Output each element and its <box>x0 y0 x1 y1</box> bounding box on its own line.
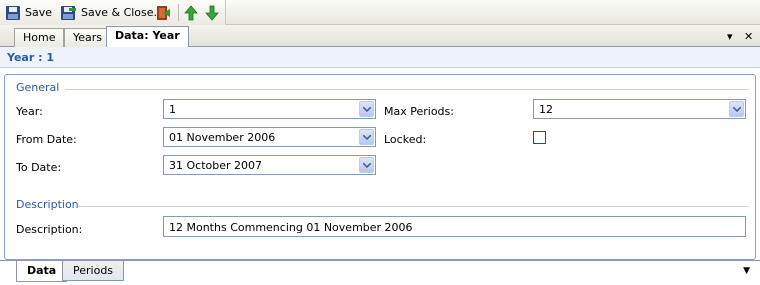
arrow-up-icon <box>184 4 198 20</box>
toolbar-separator <box>178 4 179 21</box>
to-date-combo[interactable]: 31 October 2007 <box>163 155 376 175</box>
year-label: Year: <box>16 105 43 118</box>
close-icon[interactable]: ✕ <box>744 30 753 43</box>
document-tabstrip: Home Years Data: Year ▾ ✕ <box>0 25 760 48</box>
from-date-combo[interactable]: 01 November 2006 <box>163 127 376 147</box>
record-header: Year : 1 <box>0 47 760 68</box>
from-date-value: 01 November 2006 <box>169 131 276 144</box>
group-divider <box>78 206 749 207</box>
save-button[interactable]: Save <box>5 3 52 22</box>
tab-years[interactable]: Years <box>64 28 112 47</box>
description-value: 12 Months Commencing 01 November 2006 <box>169 221 413 234</box>
save-close-button[interactable]: Save & Close... <box>60 3 164 22</box>
locked-label: Locked: <box>384 133 427 146</box>
max-periods-value: 12 <box>539 103 553 116</box>
group-divider <box>65 89 749 90</box>
general-group-heading: General <box>16 81 60 94</box>
save-icon <box>6 5 20 20</box>
tab-list-dropdown-icon[interactable]: ▾ <box>727 30 733 43</box>
close-door-button[interactable] <box>155 3 171 22</box>
move-down-button[interactable] <box>205 3 219 22</box>
move-up-button[interactable] <box>184 3 198 22</box>
chevron-down-icon[interactable] <box>359 129 374 145</box>
save-close-label: Save & Close... <box>81 6 165 19</box>
chevron-down-icon[interactable]: ▼ <box>743 266 750 276</box>
description-field[interactable]: 12 Months Commencing 01 November 2006 <box>163 216 746 237</box>
save-close-icon <box>61 5 76 20</box>
locked-checkbox[interactable] <box>533 131 546 144</box>
chevron-down-icon[interactable] <box>729 101 744 117</box>
page-title: Year : 1 <box>7 51 54 64</box>
tab-data[interactable]: Data <box>16 261 68 282</box>
description-label: Description: <box>16 223 83 236</box>
max-periods-combo[interactable]: 12 <box>533 99 746 119</box>
tab-periods[interactable]: Periods <box>62 261 125 281</box>
to-date-value: 31 October 2007 <box>169 159 263 172</box>
arrow-down-icon <box>205 5 219 21</box>
toolbar-group: Save Save & Close... <box>0 0 226 25</box>
year-value: 1 <box>169 103 176 116</box>
save-label: Save <box>25 6 53 19</box>
to-date-label: To Date: <box>16 161 62 174</box>
bottom-tabstrip: Data Periods ▼ <box>0 260 760 285</box>
chevron-down-icon[interactable] <box>359 157 374 173</box>
description-group-heading: Description <box>16 198 79 211</box>
tab-home[interactable]: Home <box>14 28 65 47</box>
chevron-down-icon[interactable] <box>359 101 374 117</box>
data-panel: General Year: 1 From Date: 01 November 2… <box>4 74 756 260</box>
toolbar: Save Save & Close... <box>0 0 760 25</box>
tab-data-year[interactable]: Data: Year <box>106 26 189 48</box>
exit-door-icon <box>157 5 170 20</box>
from-date-label: From Date: <box>16 133 77 146</box>
max-periods-label: Max Periods: <box>384 105 454 118</box>
year-combo[interactable]: 1 <box>163 99 376 119</box>
